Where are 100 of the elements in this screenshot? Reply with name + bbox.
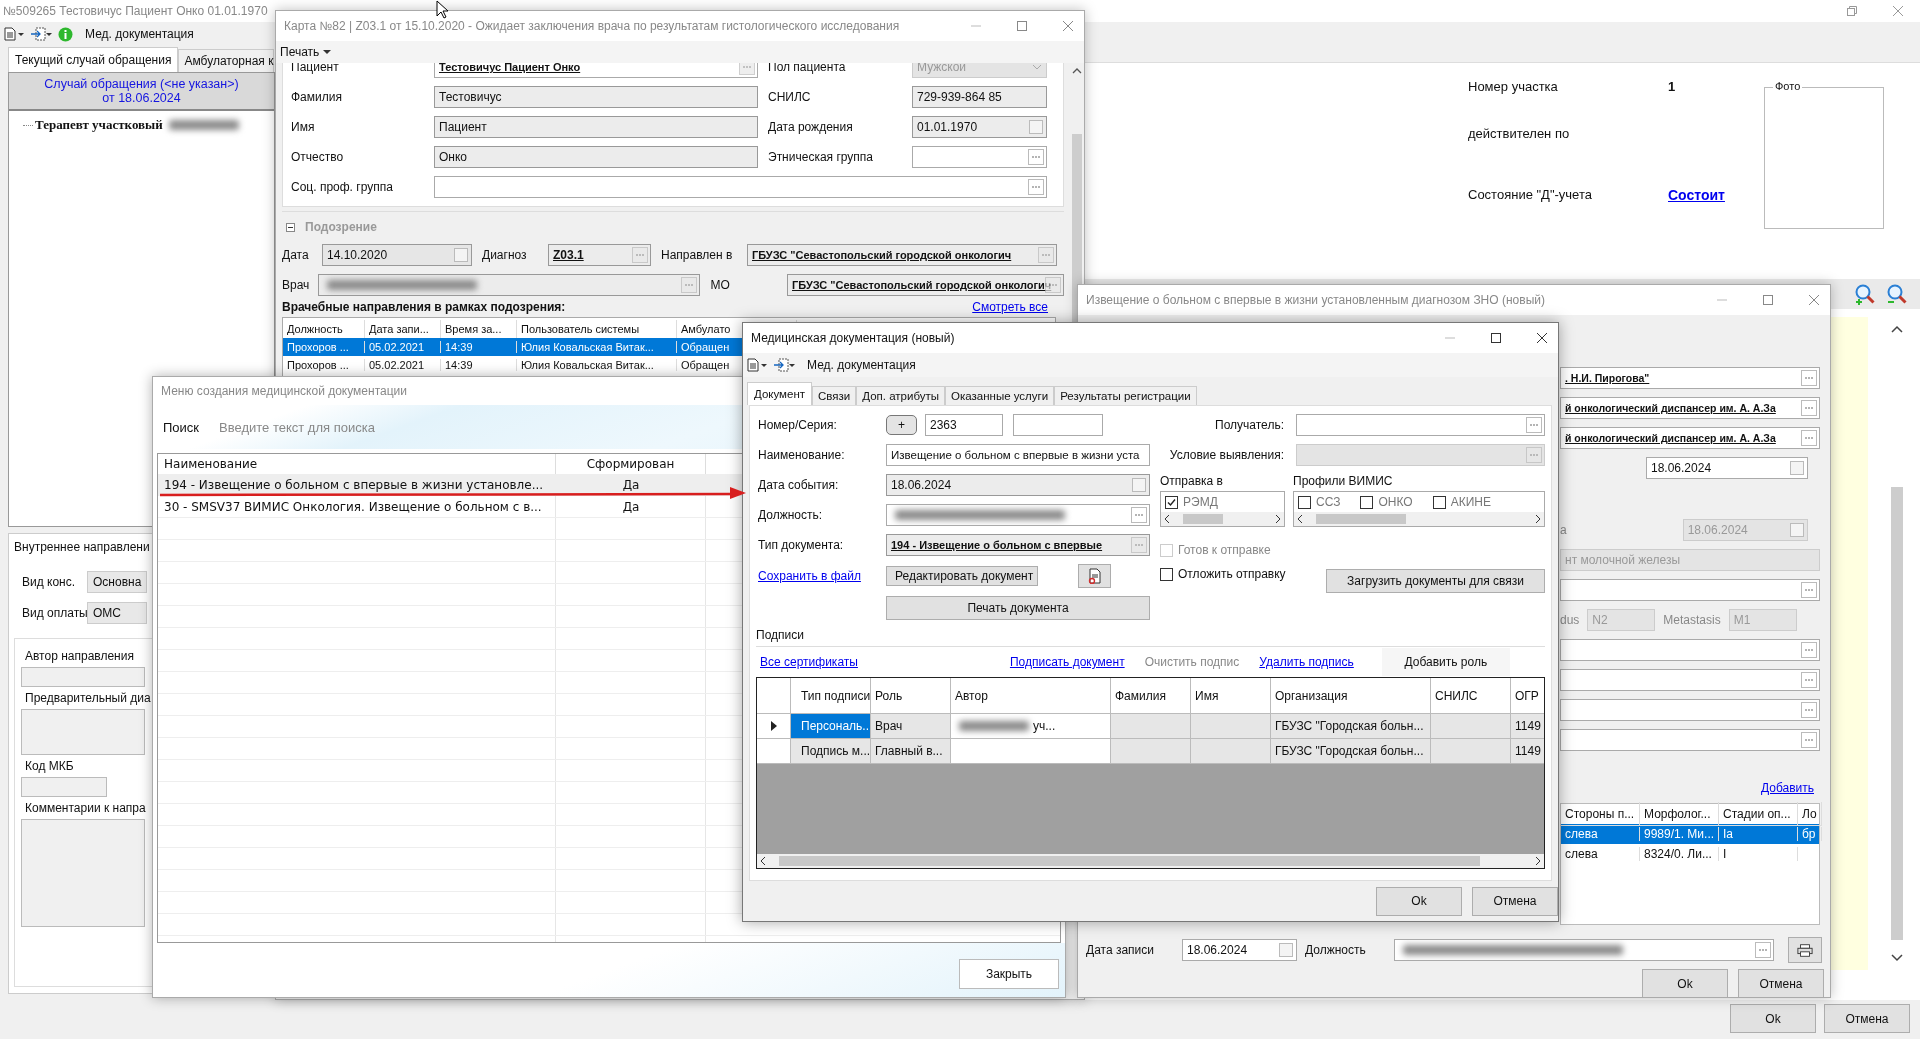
date-picker-button[interactable] <box>1790 461 1804 475</box>
table-row[interactable]: слева 9989/1. Ми... Ia бр <box>1561 824 1819 844</box>
input-field[interactable] <box>21 819 145 927</box>
date-field[interactable]: 18.06.2024 <box>1646 457 1808 479</box>
date-picker-button[interactable] <box>1279 943 1293 957</box>
column-header[interactable]: Роль <box>871 678 951 714</box>
collapse-icon[interactable] <box>286 222 295 232</box>
maximize-icon[interactable] <box>1490 332 1502 344</box>
zoom-out-icon[interactable] <box>1886 283 1908 305</box>
lookup-field[interactable]: Тестовичус Пациент Онко <box>434 63 758 78</box>
lookup-field[interactable] <box>1560 669 1820 691</box>
browse-button[interactable] <box>681 277 698 293</box>
text-field[interactable]: Пациент <box>434 116 758 138</box>
checkbox[interactable] <box>1360 495 1374 509</box>
dialog-button[interactable]: Отмена <box>1472 886 1558 916</box>
checkbox[interactable] <box>1432 495 1446 509</box>
number-field[interactable]: 2363 <box>925 414 1003 436</box>
column-header[interactable]: Организация <box>1271 678 1431 714</box>
view-all-link[interactable]: Смотреть все <box>972 300 1048 314</box>
close-button[interactable]: Закрыть <box>959 959 1059 989</box>
add-link[interactable]: Добавить <box>1760 781 1814 795</box>
close-icon[interactable] <box>1536 332 1548 344</box>
tab[interactable]: Доп. атрибуты <box>856 386 945 405</box>
browse-button[interactable] <box>739 63 755 75</box>
text-field[interactable]: Тестовичус <box>434 86 758 108</box>
dialog-button[interactable]: Ok <box>1642 969 1728 997</box>
browse-button[interactable] <box>1801 732 1817 748</box>
search-field[interactable]: Введите текст для поиска <box>217 418 622 436</box>
date-picker-button[interactable] <box>454 248 468 262</box>
checkbox-label[interactable]: Отложить отправку <box>1178 567 1286 581</box>
browse-button[interactable] <box>1801 370 1817 386</box>
browse-button[interactable] <box>1801 582 1817 598</box>
date-picker-button[interactable] <box>1132 478 1146 492</box>
lookup-field[interactable] <box>317 274 701 296</box>
date-field[interactable]: 14.10.2020 <box>322 244 472 266</box>
option-label[interactable]: ССЗ <box>1316 495 1341 509</box>
select-field[interactable]: Основна <box>87 570 147 593</box>
tab[interactable]: Амбулаторная к <box>178 49 275 72</box>
status-link[interactable]: Состоит <box>1668 187 1725 228</box>
dialog-button[interactable]: Отмена <box>1824 1004 1910 1033</box>
tab[interactable]: Документ <box>747 382 812 405</box>
scroll-up-icon[interactable] <box>1891 325 1903 333</box>
zoom-in-icon[interactable] <box>1854 283 1876 305</box>
browse-button[interactable] <box>1801 672 1817 688</box>
browse-button[interactable] <box>1526 417 1542 433</box>
action-link[interactable]: Все сертификаты <box>760 655 858 669</box>
action-link[interactable]: Подписать документ <box>1009 655 1125 669</box>
date-picker-button[interactable] <box>1790 523 1804 537</box>
menu-item[interactable]: Печать <box>280 45 332 59</box>
lookup-field[interactable] <box>1560 639 1820 661</box>
checkbox[interactable] <box>1160 567 1173 581</box>
save-link[interactable]: Сохранить в файл <box>758 569 861 583</box>
document-icon[interactable] <box>4 27 24 41</box>
browse-button[interactable] <box>1131 537 1147 553</box>
column-header[interactable]: СНИЛС <box>1431 678 1511 714</box>
dialog-button[interactable]: Отмена <box>1738 969 1824 997</box>
scroll-right-icon[interactable] <box>1534 514 1542 524</box>
tab[interactable]: Текущий случай обращения <box>8 47 179 72</box>
lookup-field[interactable] <box>434 176 1047 198</box>
action-link[interactable]: Очистить подпис <box>1144 655 1240 669</box>
browse-button[interactable] <box>1801 642 1817 658</box>
dialog-button[interactable]: Ok <box>1730 1004 1816 1033</box>
input-field[interactable] <box>21 709 145 755</box>
lookup-field[interactable] <box>1296 414 1545 436</box>
select-field[interactable]: ОМС <box>87 601 147 624</box>
table-row[interactable]: слева 8324/0. Ли... I <box>1561 844 1819 864</box>
scroll-left-icon[interactable] <box>1163 514 1171 524</box>
add-role-button[interactable]: Добавить роль <box>1381 648 1510 676</box>
text-field[interactable]: Извещение о больном с впервые в жизни уста <box>886 444 1150 466</box>
browse-button[interactable] <box>1131 507 1147 523</box>
lookup-field[interactable]: й онкологический диспансер им. А. А.За <box>1560 397 1820 419</box>
scroll-up-icon[interactable] <box>1072 67 1082 74</box>
input-field[interactable] <box>21 667 145 687</box>
browse-button[interactable] <box>1801 400 1817 416</box>
column-header[interactable]: Фамилия <box>1111 678 1191 714</box>
input-field[interactable] <box>21 777 107 797</box>
restore-icon[interactable] <box>1846 5 1858 17</box>
scroll-left-icon[interactable] <box>759 856 767 866</box>
print-button[interactable]: Печать документа <box>886 596 1150 620</box>
lookup-field[interactable] <box>1560 729 1820 751</box>
lookup-field[interactable] <box>912 146 1047 168</box>
option-label[interactable]: РЭМД <box>1183 495 1218 509</box>
lookup-field[interactable] <box>1560 699 1820 721</box>
dialog-button[interactable]: Ok <box>1376 886 1462 916</box>
load-button[interactable]: Загрузить документы для связи <box>1326 569 1545 593</box>
scrollbar[interactable] <box>1294 512 1544 526</box>
table-row[interactable]: Персональ... Врач уч... ГБУЗС "Городская больн... 1149 <box>757 714 1544 739</box>
text-field[interactable]: 729-939-864 85 <box>912 86 1047 108</box>
tab[interactable]: Результаты регистрации <box>1054 386 1197 405</box>
browse-button[interactable] <box>1754 942 1771 958</box>
scrollbar[interactable] <box>757 854 1544 868</box>
column-header[interactable]: Автор <box>951 678 1111 714</box>
lookup-field[interactable]: ГБУЗС "Севастопольский городской онкологич <box>747 244 1057 266</box>
document-icon[interactable] <box>747 358 767 372</box>
lookup-field[interactable] <box>1560 579 1820 601</box>
browse-button[interactable] <box>1028 149 1044 165</box>
lookup-field[interactable]: 194 - Извещение о больном с впервые <box>886 534 1150 556</box>
scroll-right-icon[interactable] <box>1274 514 1282 524</box>
date-field[interactable]: 18.06.2024 <box>1182 939 1297 961</box>
text-field[interactable]: Онко <box>434 146 758 168</box>
